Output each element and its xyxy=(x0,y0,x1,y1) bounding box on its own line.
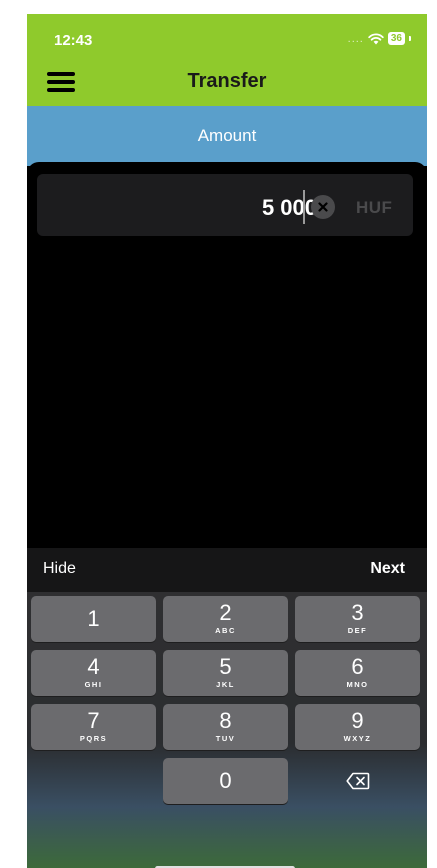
status-time: 12:43 xyxy=(54,32,93,49)
clear-button[interactable] xyxy=(311,195,335,219)
status-icons: .... 36 xyxy=(348,32,411,45)
delete-key[interactable] xyxy=(295,758,420,804)
key-4[interactable]: 4 GHI xyxy=(31,650,156,696)
key-7[interactable]: 7 PQRS xyxy=(31,704,156,750)
key-0[interactable]: 0 xyxy=(163,758,288,804)
key-3[interactable]: 3 DEF xyxy=(295,596,420,642)
hide-keyboard-button[interactable]: Hide xyxy=(43,560,76,578)
close-icon xyxy=(318,202,328,212)
amount-value: 5 000 xyxy=(261,195,317,220)
key-2[interactable]: 2 ABC xyxy=(163,596,288,642)
key-9[interactable]: 9 WXYZ xyxy=(295,704,420,750)
key-6[interactable]: 6 MNO xyxy=(295,650,420,696)
currency-label: HUF xyxy=(356,198,393,217)
key-8[interactable]: 8 TUV xyxy=(163,704,288,750)
wifi-icon xyxy=(368,32,384,44)
key-1[interactable]: 1 xyxy=(31,596,156,642)
backspace-icon xyxy=(345,772,369,790)
keyboard-toolbar xyxy=(27,548,427,592)
phone-screen: 12:43 .... 36 Transfer Amount 5 000 HUF … xyxy=(27,14,427,868)
signal-icon: .... xyxy=(347,32,364,45)
next-button[interactable]: Next xyxy=(370,560,405,578)
battery-nub xyxy=(409,36,411,41)
screen-frame: 12:43 .... 36 Transfer Amount 5 000 HUF … xyxy=(0,0,437,868)
page-title: Transfer xyxy=(187,70,267,92)
section-label: Amount xyxy=(197,126,257,145)
text-cursor xyxy=(303,190,305,224)
key-5[interactable]: 5 JKL xyxy=(163,650,288,696)
battery-icon: 36 xyxy=(387,32,405,45)
